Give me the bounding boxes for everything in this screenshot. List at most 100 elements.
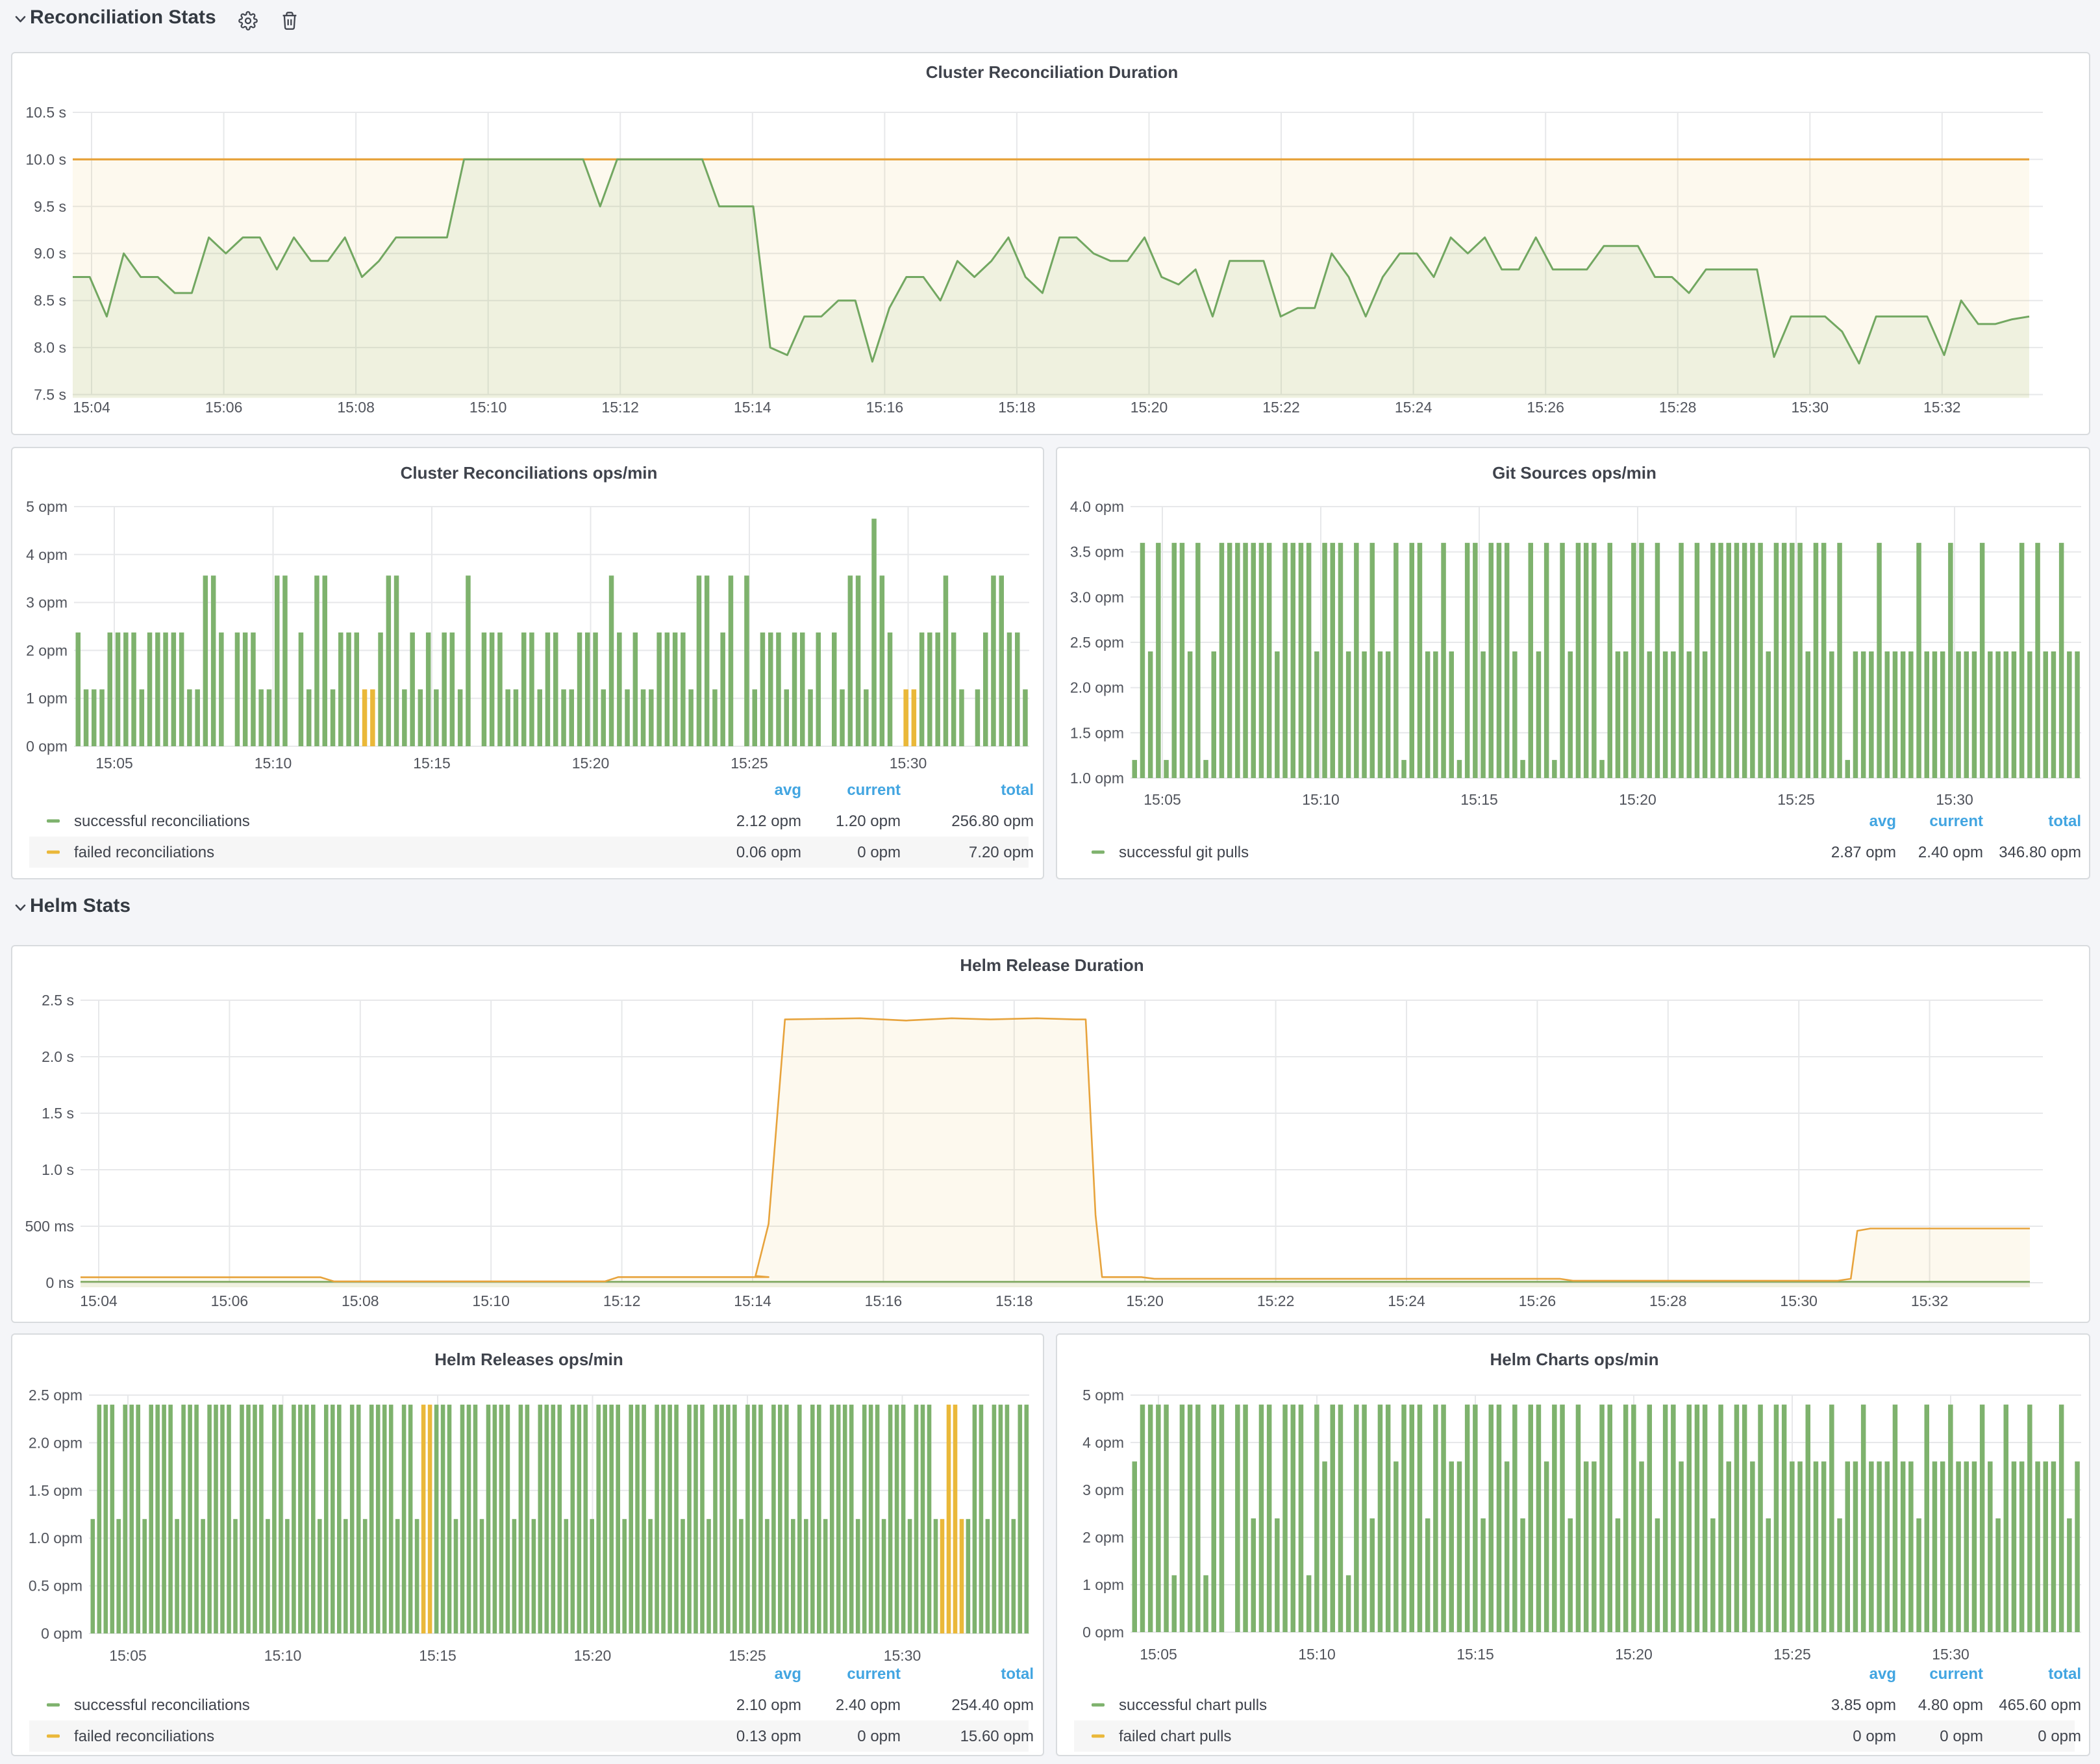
svg-text:0 opm: 0 opm [2038,1728,2081,1745]
svg-text:current: current [1929,813,1983,830]
svg-text:15:24: 15:24 [1395,399,1432,416]
svg-text:Cluster Reconciliation Duratio: Cluster Reconciliation Duration [926,62,1179,82]
svg-text:15:14: 15:14 [734,1292,771,1309]
svg-text:3.5 opm: 3.5 opm [1070,544,1124,561]
svg-text:254.40 opm: 254.40 opm [951,1696,1034,1714]
svg-text:failed chart pulls: failed chart pulls [1119,1728,1231,1745]
svg-text:15:30: 15:30 [1780,1292,1818,1309]
svg-text:15:28: 15:28 [1649,1292,1687,1309]
svg-text:Helm Charts ops/min: Helm Charts ops/min [1490,1350,1658,1369]
svg-text:15:12: 15:12 [601,399,639,416]
svg-text:15:20: 15:20 [572,755,610,772]
svg-text:15:10: 15:10 [264,1647,302,1664]
svg-text:4.0 opm: 4.0 opm [1070,498,1124,515]
svg-text:15:04: 15:04 [73,399,110,416]
svg-text:9.0 s: 9.0 s [34,245,66,262]
svg-text:2.10 opm: 2.10 opm [736,1696,801,1714]
svg-text:15:05: 15:05 [1140,1646,1177,1663]
svg-text:15:18: 15:18 [995,1292,1033,1309]
svg-text:1.5 opm: 1.5 opm [29,1482,82,1499]
svg-text:15:15: 15:15 [1456,1646,1494,1663]
svg-text:0 opm: 0 opm [41,1625,82,1642]
svg-text:3 opm: 3 opm [1082,1481,1124,1498]
svg-text:15:30: 15:30 [1936,791,1973,808]
svg-text:15:26: 15:26 [1519,1292,1556,1309]
svg-text:15:20: 15:20 [574,1647,612,1664]
svg-text:0.06 opm: 0.06 opm [736,844,801,861]
svg-text:1.0 s: 1.0 s [42,1161,74,1178]
svg-text:Helm Release Duration: Helm Release Duration [960,955,1144,975]
svg-text:0.5 opm: 0.5 opm [29,1578,82,1594]
svg-text:256.80 opm: 256.80 opm [951,813,1034,830]
svg-text:0 opm: 0 opm [26,738,68,755]
svg-text:1.20 opm: 1.20 opm [836,813,901,830]
svg-text:1 opm: 1 opm [1082,1576,1124,1593]
svg-text:465.60 opm: 465.60 opm [1999,1696,2081,1714]
svg-text:15:10: 15:10 [472,1292,510,1309]
svg-text:15:05: 15:05 [95,755,133,772]
svg-text:Helm Releases ops/min: Helm Releases ops/min [434,1350,623,1369]
svg-text:15:05: 15:05 [1144,791,1181,808]
svg-text:2.0 opm: 2.0 opm [29,1434,82,1451]
svg-text:0 opm: 0 opm [1940,1728,1983,1745]
svg-text:successful reconciliations: successful reconciliations [74,813,250,830]
svg-text:15:15: 15:15 [1460,791,1498,808]
svg-text:500 ms: 500 ms [25,1218,74,1235]
svg-text:0 opm: 0 opm [1082,1624,1124,1641]
svg-text:2.5 s: 2.5 s [42,992,74,1009]
svg-text:15:25: 15:25 [729,1647,766,1664]
svg-text:8.5 s: 8.5 s [34,292,66,309]
svg-text:2.40 opm: 2.40 opm [1918,844,1983,861]
svg-text:1.5 opm: 1.5 opm [1070,724,1124,741]
svg-text:0.13 opm: 0.13 opm [736,1728,801,1745]
svg-text:15:24: 15:24 [1388,1292,1425,1309]
svg-text:current: current [847,1665,901,1683]
svg-text:total: total [1001,781,1034,799]
svg-text:2.12 opm: 2.12 opm [736,813,801,830]
svg-text:avg: avg [775,781,801,799]
svg-text:15:16: 15:16 [865,1292,903,1309]
svg-text:2.40 opm: 2.40 opm [836,1696,901,1714]
svg-text:15:22: 15:22 [1262,399,1300,416]
svg-text:7.5 s: 7.5 s [34,386,66,403]
svg-text:5 opm: 5 opm [26,498,68,515]
svg-text:Git Sources ops/min: Git Sources ops/min [1492,463,1656,483]
svg-text:total: total [1001,1665,1034,1683]
svg-text:1 opm: 1 opm [26,690,68,707]
svg-text:4 opm: 4 opm [26,546,68,563]
svg-text:2 opm: 2 opm [1082,1529,1124,1546]
svg-text:15:16: 15:16 [866,399,904,416]
svg-text:current: current [1929,1665,1983,1683]
svg-text:9.5 s: 9.5 s [34,198,66,215]
svg-text:15:14: 15:14 [734,399,771,416]
svg-text:15:30: 15:30 [884,1647,921,1664]
svg-text:2.0 opm: 2.0 opm [1070,679,1124,696]
svg-text:1.5 s: 1.5 s [42,1105,74,1122]
svg-text:15:15: 15:15 [413,755,451,772]
svg-text:15:30: 15:30 [890,755,927,772]
svg-text:15:06: 15:06 [205,399,243,416]
svg-text:15:32: 15:32 [1923,399,1961,416]
svg-text:15:12: 15:12 [603,1292,641,1309]
svg-text:successful git pulls: successful git pulls [1119,844,1249,861]
svg-text:15:10: 15:10 [1302,791,1340,808]
svg-text:1.0 opm: 1.0 opm [29,1530,82,1546]
svg-text:15:05: 15:05 [109,1647,147,1664]
svg-text:3 opm: 3 opm [26,594,68,611]
svg-text:15.60 opm: 15.60 opm [960,1728,1034,1745]
svg-text:2.5 opm: 2.5 opm [1070,634,1124,651]
svg-text:3.0 opm: 3.0 opm [1070,588,1124,605]
svg-text:0 opm: 0 opm [1853,1728,1896,1745]
svg-text:avg: avg [1869,1665,1896,1683]
svg-text:15:10: 15:10 [255,755,292,772]
svg-text:avg: avg [775,1665,801,1683]
svg-text:0 opm: 0 opm [857,1728,901,1745]
svg-text:15:18: 15:18 [998,399,1036,416]
svg-text:15:28: 15:28 [1659,399,1697,416]
svg-text:15:08: 15:08 [337,399,375,416]
svg-text:7.20 opm: 7.20 opm [969,844,1034,861]
svg-text:8.0 s: 8.0 s [34,339,66,356]
svg-text:0 opm: 0 opm [857,844,901,861]
svg-text:15:25: 15:25 [731,755,768,772]
svg-text:15:20: 15:20 [1619,791,1656,808]
